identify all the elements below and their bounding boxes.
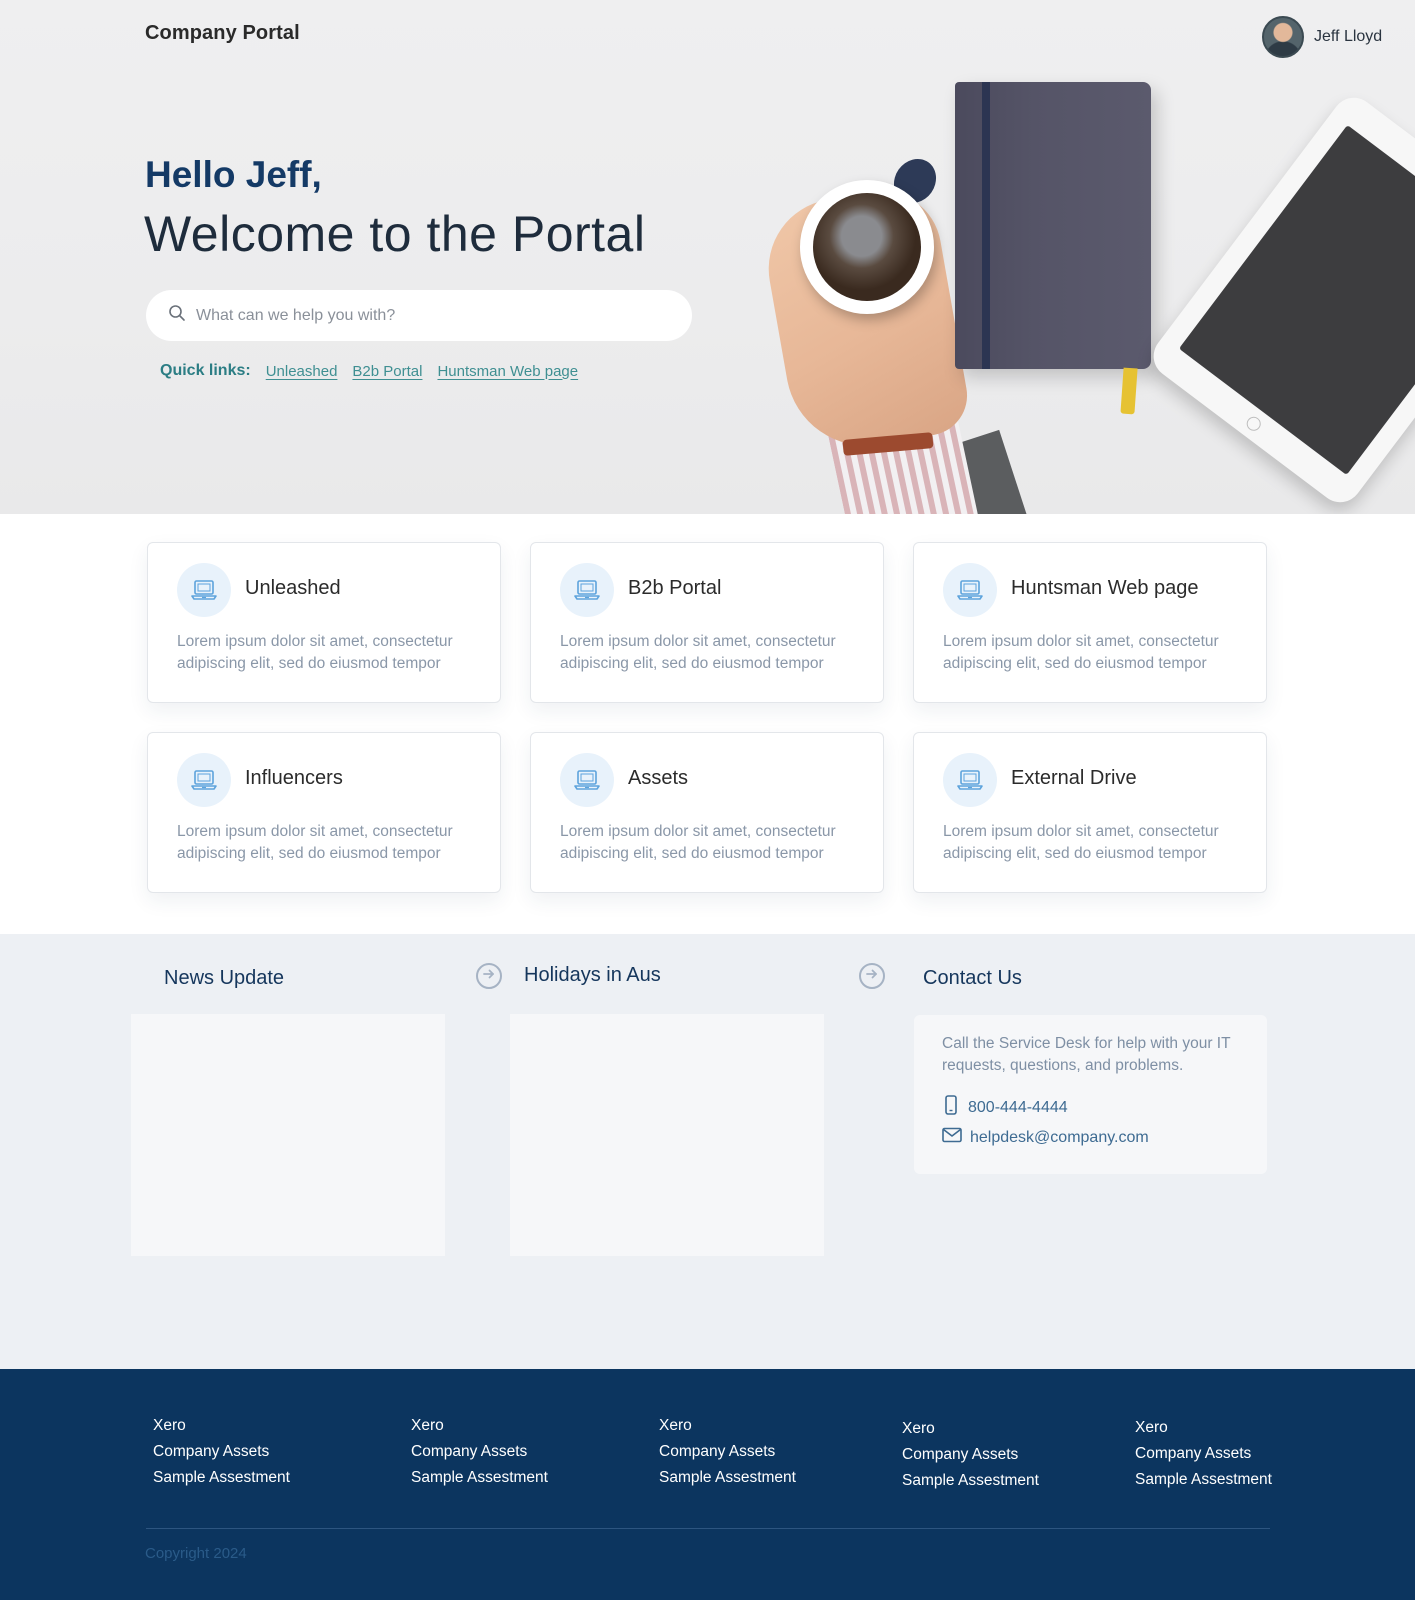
app-card-huntsman-web-page[interactable]: Huntsman Web page Lorem ipsum dolor sit …	[913, 542, 1267, 703]
contact-phone-number[interactable]: 800-444-4444	[968, 1099, 1068, 1117]
footer-link-company-assets[interactable]: Company Assets	[153, 1443, 290, 1461]
footer-link-xero[interactable]: Xero	[902, 1420, 1039, 1438]
user-menu[interactable]: Jeff Lloyd	[1262, 16, 1382, 58]
arrow-right-icon	[865, 967, 879, 986]
laptop-icon	[943, 753, 997, 807]
quick-link-unleashed[interactable]: Unleashed	[266, 363, 338, 380]
card-description: Lorem ipsum dolor sit amet, consectetur …	[177, 633, 453, 672]
brand-logo[interactable]: Company Portal	[145, 22, 300, 45]
footer-link-company-assets[interactable]: Company Assets	[902, 1446, 1039, 1464]
footer-column: Xero Company Assets Sample Assestment	[153, 1417, 290, 1487]
avatar[interactable]	[1262, 16, 1304, 58]
quick-links-label: Quick links:	[160, 362, 251, 379]
arrow-right-icon	[482, 967, 496, 986]
card-title: Huntsman Web page	[1011, 577, 1199, 599]
search-input[interactable]	[196, 306, 656, 325]
phone-icon	[942, 1095, 960, 1120]
footer-link-xero[interactable]: Xero	[411, 1417, 548, 1435]
quick-links: Quick links: Unleashed B2b Portal Huntsm…	[160, 362, 578, 380]
footer-link-xero[interactable]: Xero	[1135, 1419, 1272, 1437]
contact-us-title: Contact Us	[923, 967, 1022, 989]
app-card-influencers[interactable]: Influencers Lorem ipsum dolor sit amet, …	[147, 732, 501, 893]
card-description: Lorem ipsum dolor sit amet, consectetur …	[943, 633, 1219, 672]
hero-photo-tablet-screen	[1178, 125, 1415, 475]
contact-description: Call the Service Desk for help with your…	[942, 1035, 1231, 1074]
contact-email-address[interactable]: helpdesk@company.com	[970, 1129, 1149, 1147]
app-card-external-drive[interactable]: External Drive Lorem ipsum dolor sit ame…	[913, 732, 1267, 893]
footer-link-sample-assestment[interactable]: Sample Assestment	[1135, 1471, 1272, 1489]
hero-banner: Company Portal Jeff Lloyd Hello Jeff, We…	[0, 0, 1415, 514]
footer-link-company-assets[interactable]: Company Assets	[659, 1443, 796, 1461]
hero-photo-coffee	[813, 193, 921, 301]
card-description: Lorem ipsum dolor sit amet, consectetur …	[560, 823, 836, 862]
contact-email[interactable]: helpdesk@company.com	[942, 1127, 1149, 1148]
hero-photo-notebook-band	[982, 82, 990, 369]
laptop-icon	[177, 563, 231, 617]
card-description: Lorem ipsum dolor sit amet, consectetur …	[560, 633, 836, 672]
footer-link-company-assets[interactable]: Company Assets	[411, 1443, 548, 1461]
footer-divider	[146, 1528, 1270, 1529]
footer-link-xero[interactable]: Xero	[153, 1417, 290, 1435]
footer-column: Xero Company Assets Sample Assestment	[902, 1420, 1039, 1490]
news-update-panel	[131, 1014, 445, 1256]
footer-link-sample-assestment[interactable]: Sample Assestment	[659, 1469, 796, 1487]
footer-link-company-assets[interactable]: Company Assets	[1135, 1445, 1272, 1463]
hero-photo-tablet	[1144, 89, 1415, 511]
card-title: Influencers	[245, 767, 343, 789]
laptop-icon	[943, 563, 997, 617]
card-title: External Drive	[1011, 767, 1137, 789]
card-description: Lorem ipsum dolor sit amet, consectetur …	[177, 823, 453, 862]
quick-link-b2b-portal[interactable]: B2b Portal	[352, 363, 422, 380]
search-bar[interactable]	[146, 290, 692, 341]
footer-column: Xero Company Assets Sample Assestment	[1135, 1419, 1272, 1489]
app-card-b2b-portal[interactable]: B2b Portal Lorem ipsum dolor sit amet, c…	[530, 542, 884, 703]
footer-link-sample-assestment[interactable]: Sample Assestment	[902, 1472, 1039, 1490]
info-section: News Update Holidays in Aus Contact Us C…	[0, 934, 1415, 1369]
footer-link-sample-assestment[interactable]: Sample Assestment	[153, 1469, 290, 1487]
hero-photo-notebook	[955, 82, 1151, 369]
laptop-icon	[560, 563, 614, 617]
hero-photo-tablet-button	[1243, 413, 1264, 434]
search-icon	[168, 304, 186, 327]
footer-column: Xero Company Assets Sample Assestment	[411, 1417, 548, 1487]
laptop-icon	[177, 753, 231, 807]
quick-link-huntsman-web-page[interactable]: Huntsman Web page	[437, 363, 578, 380]
greeting-heading: Hello Jeff,	[145, 154, 322, 195]
news-next-button[interactable]	[476, 963, 502, 989]
welcome-heading: Welcome to the Portal	[144, 206, 646, 262]
laptop-icon	[560, 753, 614, 807]
card-title: Unleashed	[245, 577, 341, 599]
news-update-title: News Update	[164, 967, 285, 989]
holidays-panel	[510, 1014, 824, 1256]
hero-photo-bookmark	[1120, 367, 1138, 415]
contact-card: Call the Service Desk for help with your…	[914, 1015, 1267, 1174]
app-card-unleashed[interactable]: Unleashed Lorem ipsum dolor sit amet, co…	[147, 542, 501, 703]
user-name[interactable]: Jeff Lloyd	[1314, 28, 1382, 46]
app-card-assets[interactable]: Assets Lorem ipsum dolor sit amet, conse…	[530, 732, 884, 893]
card-title: B2b Portal	[628, 577, 722, 599]
mail-icon	[942, 1127, 962, 1148]
card-description: Lorem ipsum dolor sit amet, consectetur …	[943, 823, 1219, 862]
holidays-title: Holidays in Aus	[524, 964, 661, 986]
contact-phone[interactable]: 800-444-4444	[942, 1095, 1068, 1120]
footer-link-sample-assestment[interactable]: Sample Assestment	[411, 1469, 548, 1487]
footer-column: Xero Company Assets Sample Assestment	[659, 1417, 796, 1487]
holidays-next-button[interactable]	[859, 963, 885, 989]
footer: Xero Company Assets Sample Assestment Xe…	[0, 1369, 1415, 1600]
hero-photo-coffee-mug	[800, 180, 934, 314]
footer-link-xero[interactable]: Xero	[659, 1417, 796, 1435]
card-title: Assets	[628, 767, 689, 789]
copyright-text: Copyright 2024	[145, 1545, 247, 1562]
